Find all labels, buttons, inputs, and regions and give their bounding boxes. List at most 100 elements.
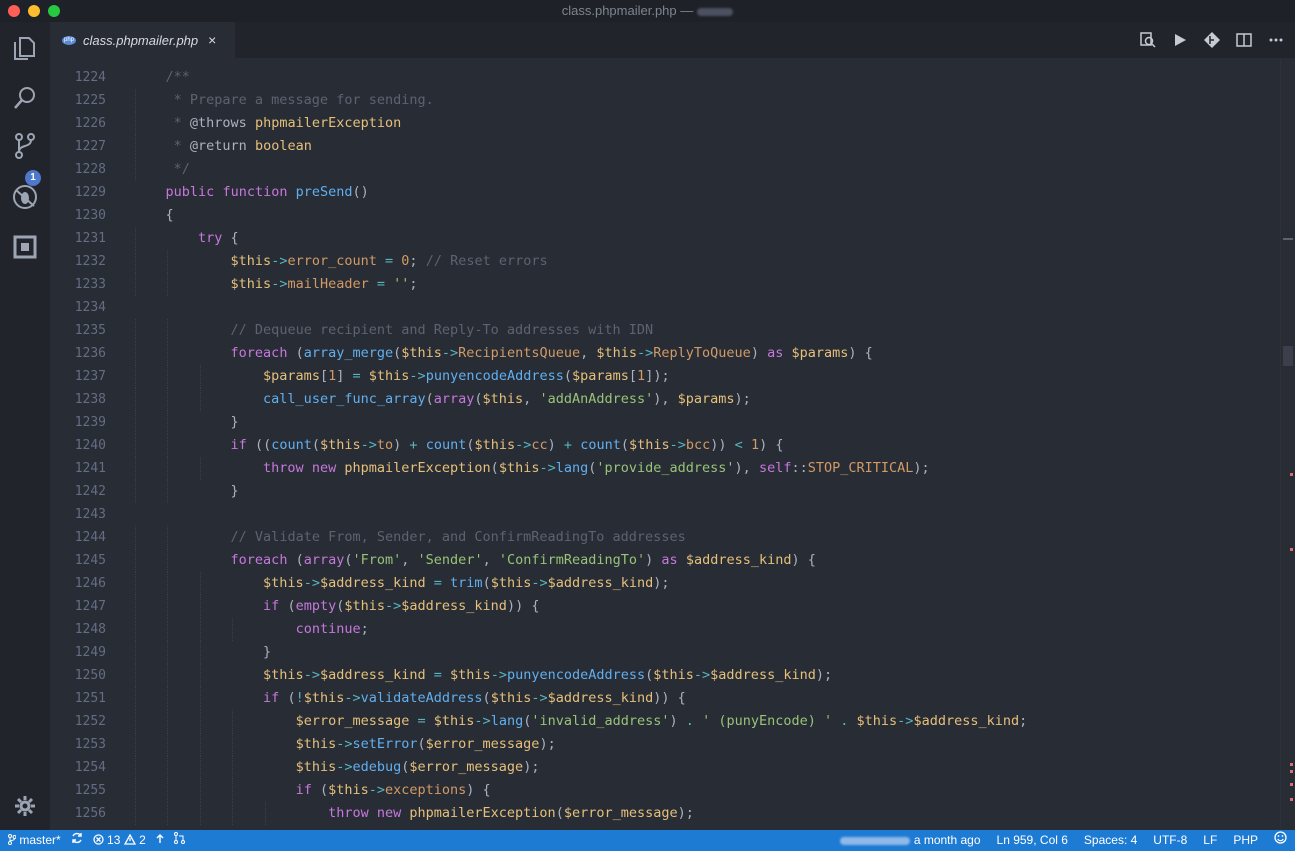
indent-guide <box>167 250 169 273</box>
more-actions-icon[interactable] <box>1267 31 1285 49</box>
indent-guide <box>135 710 136 733</box>
indent-guide <box>167 641 169 664</box>
code-line[interactable]: $this->setError($error_message); <box>133 733 556 756</box>
code-line[interactable]: /** <box>133 66 190 89</box>
code-line[interactable]: if ((count($this->to) + count($this->cc)… <box>133 434 784 457</box>
indent-guide <box>199 457 201 480</box>
indent-guide <box>199 365 201 388</box>
indent-guide <box>167 480 169 503</box>
line-number: 1250 <box>74 668 106 683</box>
encoding[interactable]: UTF-8 <box>1153 830 1187 851</box>
code-line[interactable]: // Dequeue recipient and Reply-To addres… <box>133 319 654 342</box>
feedback-smiley-icon[interactable] <box>1274 830 1287 851</box>
git-branch[interactable]: master* <box>8 830 61 851</box>
code-line[interactable]: throw new phpmailerException($error_mess… <box>133 802 694 825</box>
cursor-position[interactable]: Ln 959, Col 6 <box>997 830 1068 851</box>
files-icon[interactable] <box>11 34 39 62</box>
code-line[interactable]: $this->edebug($error_message); <box>133 756 540 779</box>
search-icon[interactable] <box>11 84 39 112</box>
code-line[interactable]: if ($this->exceptions) { <box>133 779 491 802</box>
line-number: 1256 <box>74 806 106 821</box>
line-ending[interactable]: LF <box>1203 830 1217 851</box>
problems-indicator[interactable]: 13 2 <box>93 830 146 851</box>
code-line[interactable]: // Validate From, Sender, and ConfirmRea… <box>133 526 686 549</box>
close-window-button[interactable] <box>8 5 20 17</box>
extensions-icon[interactable] <box>11 233 39 261</box>
scrollbar-thumb[interactable] <box>1283 346 1293 366</box>
window-title-bar: class.phpmailer.php — <box>0 0 1295 22</box>
indent-guide <box>167 733 169 756</box>
code-line[interactable]: $params[1] = $this->punyencodeAddress($p… <box>133 365 670 388</box>
code-line[interactable]: $this->$address_kind = $this->punyencode… <box>133 664 832 687</box>
line-number: 1242 <box>74 484 106 499</box>
status-bar: master* 13 2 a month ago Ln 959, Col 6 S… <box>0 830 1295 851</box>
language-mode[interactable]: PHP <box>1233 830 1258 851</box>
code-line[interactable]: foreach (array_merge($this->RecipientsQu… <box>133 342 873 365</box>
line-number: 1227 <box>74 139 106 154</box>
code-line[interactable]: } <box>133 641 271 664</box>
code-line[interactable]: * Prepare a message for sending. <box>133 89 434 112</box>
indent-guide <box>167 549 169 572</box>
code-line[interactable]: foreach (array('From', 'Sender', 'Confir… <box>133 549 816 572</box>
indent-guide <box>167 388 169 411</box>
editor-actions <box>1139 22 1285 58</box>
settings-gear-icon[interactable] <box>11 792 39 820</box>
code-line[interactable]: $this->error_count = 0; // Reset errors <box>133 250 548 273</box>
code-line[interactable]: } <box>133 411 239 434</box>
code-line[interactable]: * @return boolean <box>133 135 312 158</box>
indent-guide <box>135 434 136 457</box>
code-line[interactable]: * @throws phpmailerException <box>133 112 402 135</box>
code-line[interactable]: } <box>133 480 239 503</box>
indent-guide <box>167 319 169 342</box>
indent-guide <box>135 480 136 503</box>
indent-guide <box>232 618 234 641</box>
indent-guide <box>167 342 169 365</box>
indent-guide <box>135 733 136 756</box>
code-line[interactable]: try { <box>133 227 239 250</box>
indent-guide <box>199 687 201 710</box>
code-line[interactable]: $this->$address_kind = trim($this->$addr… <box>133 572 670 595</box>
code-editor[interactable]: 1224 /** 1225 * Prepare a message for sen… <box>50 58 1295 830</box>
indent-guide <box>167 411 169 434</box>
indent-guide <box>199 733 201 756</box>
source-control-icon[interactable] <box>11 132 39 160</box>
code-line[interactable]: throw new phpmailerException($this->lang… <box>133 457 930 480</box>
line-number: 1249 <box>74 645 106 660</box>
line-number: 1255 <box>74 783 106 798</box>
indentation[interactable]: Spaces: 4 <box>1084 830 1137 851</box>
git-compare-icon[interactable] <box>1203 31 1221 49</box>
indent-guide <box>199 756 201 779</box>
open-changes-icon[interactable] <box>1139 31 1157 49</box>
indent-guide <box>135 526 136 549</box>
git-blame[interactable]: a month ago <box>839 830 981 851</box>
activity-bar: 1 <box>0 22 50 830</box>
code-line[interactable]: public function preSend() <box>133 181 369 204</box>
indent-guide <box>167 365 169 388</box>
code-line[interactable]: call_user_func_array(array($this, 'addAn… <box>133 388 751 411</box>
indent-guide <box>199 388 201 411</box>
minimize-window-button[interactable] <box>28 5 40 17</box>
editor-tab[interactable]: php class.phpmailer.php × <box>50 22 235 58</box>
close-tab-icon[interactable]: × <box>208 32 216 48</box>
indent-guide <box>135 641 136 664</box>
code-line[interactable]: $error_message = $this->lang('invalid_ad… <box>133 710 1028 733</box>
code-line[interactable]: if (empty($this->$address_kind)) { <box>133 595 539 618</box>
vertical-scrollbar[interactable] <box>1280 58 1295 830</box>
line-number: 1224 <box>74 70 106 85</box>
code-line[interactable]: { <box>133 204 174 227</box>
sync-icon[interactable] <box>71 830 83 851</box>
code-line[interactable]: if (!$this->validateAddress($this->$addr… <box>133 687 686 710</box>
split-editor-icon[interactable] <box>1235 31 1253 49</box>
arrow-icon[interactable] <box>156 830 164 851</box>
indent-guide <box>167 526 169 549</box>
code-line[interactable]: */ <box>133 158 190 181</box>
error-count: 13 <box>107 833 121 847</box>
maximize-window-button[interactable] <box>48 5 60 17</box>
line-number: 1251 <box>74 691 106 706</box>
pull-request-icon[interactable] <box>173 830 185 851</box>
line-number: 1238 <box>74 392 106 407</box>
code-line[interactable]: $this->mailHeader = ''; <box>133 273 418 296</box>
debug-icon[interactable] <box>11 183 39 211</box>
run-icon[interactable] <box>1171 31 1189 49</box>
indent-guide <box>135 250 136 273</box>
